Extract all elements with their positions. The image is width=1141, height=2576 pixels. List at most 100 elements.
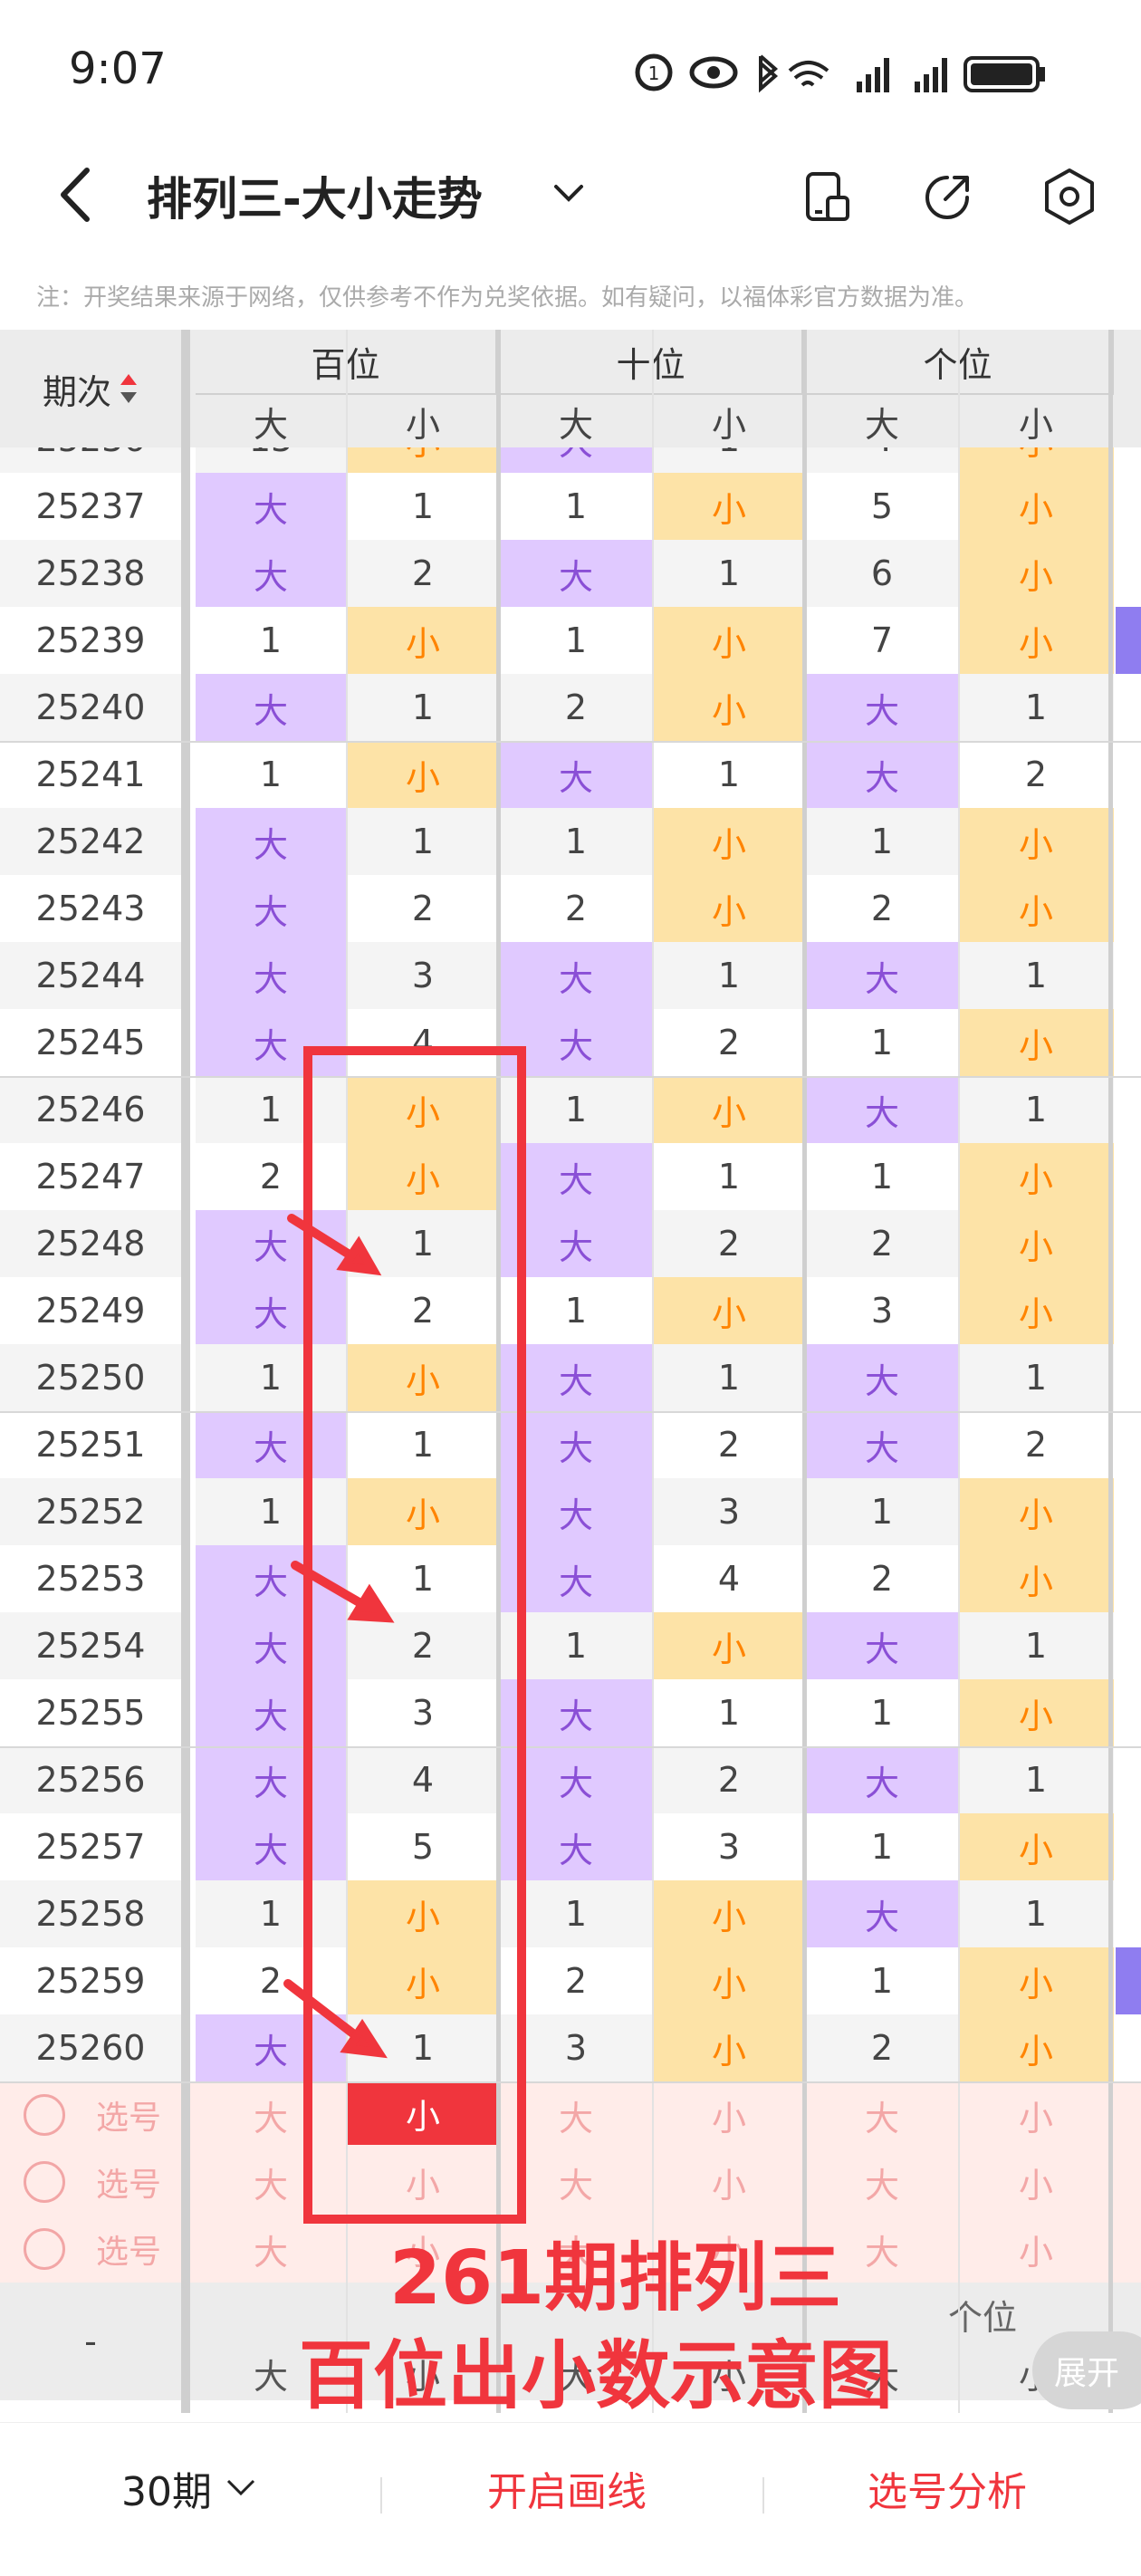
trend-cell-value: 1 bbox=[717, 1358, 741, 1398]
select-option-cell[interactable]: 小 bbox=[346, 2148, 500, 2216]
signal-icon-1 bbox=[857, 58, 889, 92]
trend-cell-value: 小 bbox=[1018, 824, 1053, 865]
trend-cell: 3 bbox=[806, 1277, 958, 1344]
trend-cell: 2 bbox=[500, 875, 652, 942]
expand-button[interactable]: 展开 bbox=[1032, 2331, 1141, 2409]
share-icon[interactable] bbox=[920, 170, 974, 225]
trend-cell-value: 1 bbox=[564, 1291, 588, 1331]
select-radio[interactable] bbox=[24, 2228, 65, 2270]
trend-cell: 大 bbox=[196, 1746, 346, 1813]
trend-cell-value: 大 bbox=[558, 1495, 593, 1535]
trend-cell-value: 1 bbox=[411, 1425, 435, 1465]
selected-option-cell[interactable]: 小 bbox=[346, 2081, 500, 2145]
trend-cell-value: 大 bbox=[558, 1360, 593, 1401]
back-arrow-icon[interactable] bbox=[54, 163, 100, 226]
column-divider bbox=[346, 330, 348, 2413]
period-number: 25248 bbox=[35, 1224, 146, 1264]
trend-cell: 1 bbox=[652, 540, 806, 607]
trend-cell: 1 bbox=[652, 741, 806, 808]
trend-cell-value: 5 bbox=[870, 486, 894, 526]
select-label[interactable]: 选号 bbox=[83, 2148, 174, 2216]
select-option-cell[interactable]: 大 bbox=[806, 2081, 958, 2148]
trend-cell: 1 bbox=[806, 808, 958, 875]
select-option-cell[interactable]: 小 bbox=[958, 2081, 1114, 2148]
trend-cell: 小 bbox=[958, 540, 1114, 607]
trend-cell: 2 bbox=[346, 875, 500, 942]
sort-icon[interactable] bbox=[119, 370, 139, 407]
trend-cell: 1 bbox=[346, 1545, 500, 1612]
trend-cell-value: 大 bbox=[558, 1427, 593, 1468]
period-cell: 25244 bbox=[0, 942, 181, 1009]
trend-cell: 小 bbox=[652, 1612, 806, 1679]
period-number: 25243 bbox=[35, 889, 146, 928]
trend-cell: 2 bbox=[806, 875, 958, 942]
trend-cell-value: 1 bbox=[1024, 687, 1048, 727]
page-title[interactable]: 排列三-大小走势 bbox=[147, 163, 483, 228]
trend-cell: 1 bbox=[346, 1210, 500, 1277]
trend-cell: 小 bbox=[958, 1947, 1114, 2014]
trend-cell-value: 大 bbox=[558, 1696, 593, 1736]
select-radio[interactable] bbox=[24, 2094, 65, 2136]
trend-cell: 2 bbox=[500, 674, 652, 741]
row-group-divider bbox=[0, 1746, 1141, 1748]
select-option-cell[interactable]: 大 bbox=[196, 2216, 346, 2283]
select-option-cell[interactable]: 小 bbox=[652, 2081, 806, 2148]
trend-cell-value: 1 bbox=[411, 1559, 435, 1599]
signal-icon-2 bbox=[915, 58, 947, 92]
select-radio[interactable] bbox=[24, 2161, 65, 2203]
trend-cell-value: 大 bbox=[864, 1629, 899, 1669]
trend-cell-value: 1 bbox=[411, 687, 435, 727]
trend-cell-value: 小 bbox=[711, 891, 746, 932]
select-label[interactable]: 选号 bbox=[83, 2081, 174, 2148]
trend-cell-value: 小 bbox=[405, 1360, 440, 1401]
trend-cell: 大 bbox=[196, 808, 346, 875]
trend-cell: 2 bbox=[196, 1947, 346, 2014]
select-option-cell[interactable]: 小 bbox=[958, 2148, 1114, 2216]
trend-cell: 1 bbox=[500, 473, 652, 540]
trend-cell: 大 bbox=[500, 741, 652, 808]
trend-cell-value: 小 bbox=[405, 1495, 440, 1535]
number-analysis-button[interactable]: 选号分析 bbox=[868, 2459, 1027, 2517]
draw-lines-button[interactable]: 开启画线 bbox=[487, 2459, 647, 2517]
trend-cell: 2 bbox=[806, 2014, 958, 2081]
settings-icon[interactable] bbox=[1041, 167, 1098, 226]
period-cell: 25251 bbox=[0, 1411, 181, 1478]
disclaimer-note: 注：开奖结果来源于网络，仅供参考不作为兑奖依据。如有疑问，以福体彩官方数据为准。 bbox=[36, 284, 979, 312]
trend-cell: 4 bbox=[346, 1009, 500, 1076]
select-option-cell[interactable]: 大 bbox=[196, 2148, 346, 2216]
trend-cell: 2 bbox=[958, 1411, 1114, 1478]
period-header[interactable]: 期次 bbox=[0, 330, 181, 447]
select-option-cell[interactable]: 小 bbox=[652, 2148, 806, 2216]
select-option-cell[interactable]: 小 bbox=[958, 2216, 1114, 2283]
annotation-line-1: 261期排列三 bbox=[389, 2235, 842, 2321]
select-option-cell[interactable]: 大 bbox=[500, 2081, 652, 2148]
select-option-cell[interactable]: 大 bbox=[500, 2148, 652, 2216]
chevron-down-icon[interactable] bbox=[551, 179, 587, 207]
trend-cell: 小 bbox=[346, 1478, 500, 1545]
period-cell: 25256 bbox=[0, 1746, 181, 1813]
trend-cell-value: 1 bbox=[870, 1023, 894, 1062]
trend-cell-value: 1 bbox=[717, 1157, 741, 1197]
trend-cell-value: 4 bbox=[717, 1559, 741, 1599]
trend-cell: 1 bbox=[196, 1478, 346, 1545]
device-icon[interactable] bbox=[801, 170, 855, 225]
status-bar: 9:07 1 bbox=[0, 0, 1141, 136]
trend-cell: 1 bbox=[346, 473, 500, 540]
trend-cell: 2 bbox=[652, 1746, 806, 1813]
row-group-divider bbox=[0, 741, 1141, 743]
group-divider bbox=[802, 330, 807, 2413]
trend-cell-value: 大 bbox=[253, 1763, 288, 1803]
period-cell: 25241 bbox=[0, 741, 181, 808]
select-option-cell[interactable]: 大 bbox=[806, 2148, 958, 2216]
trend-cell: 大 bbox=[806, 1344, 958, 1411]
select-label[interactable]: 选号 bbox=[83, 2216, 174, 2283]
period-selector[interactable]: 30期 bbox=[121, 2459, 257, 2517]
trend-cell-value: 小 bbox=[711, 2031, 746, 2071]
trend-cell-value: 小 bbox=[711, 824, 746, 865]
trend-cell-value: 4 bbox=[411, 1023, 435, 1062]
period-cell: 25240 bbox=[0, 674, 181, 741]
period-cell: 25242 bbox=[0, 808, 181, 875]
trend-cell-value: 小 bbox=[711, 1293, 746, 1334]
trend-cell-value: 1 bbox=[717, 1693, 741, 1733]
select-option-cell[interactable]: 大 bbox=[196, 2081, 346, 2148]
